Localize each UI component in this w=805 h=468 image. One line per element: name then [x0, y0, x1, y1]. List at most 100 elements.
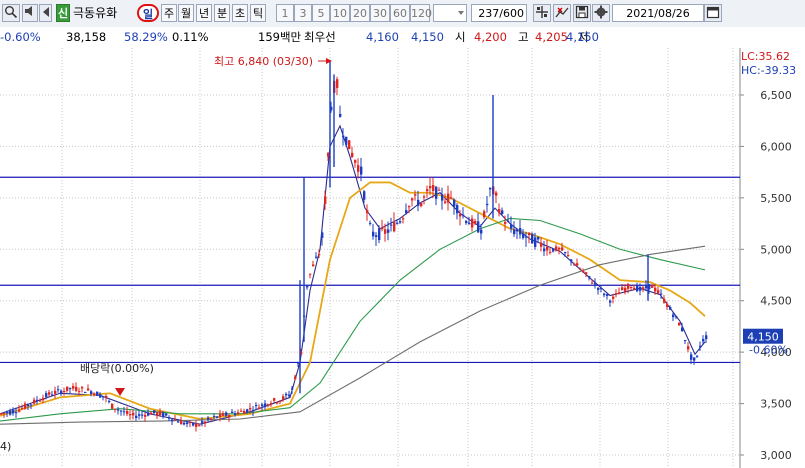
candle-body — [39, 400, 42, 402]
candle-body — [444, 201, 447, 203]
interval-120[interactable]: 120 — [410, 4, 432, 22]
candle-body — [171, 419, 174, 422]
candle-body — [654, 287, 657, 292]
candle-body — [459, 214, 462, 217]
candle-body — [318, 254, 321, 256]
candle-body — [105, 395, 108, 398]
candle-body — [384, 229, 387, 234]
candle-body — [159, 411, 162, 415]
sound-icon[interactable] — [22, 4, 38, 22]
candle-body — [285, 393, 288, 396]
candle-body — [588, 276, 591, 278]
candle-body — [636, 285, 639, 292]
save-icon[interactable] — [573, 4, 591, 22]
candle-body — [699, 345, 702, 348]
trade-amount: 159백만 — [258, 30, 302, 44]
candle-body — [477, 221, 480, 233]
stock-name[interactable]: 극동유화 — [73, 4, 117, 22]
period-week[interactable]: 주 — [161, 4, 177, 22]
candle-body — [3, 413, 6, 415]
candle-body — [579, 268, 582, 270]
candle-body — [198, 425, 201, 427]
candle-body — [594, 282, 597, 285]
candle-body — [222, 413, 225, 416]
candle-body — [132, 412, 135, 416]
high-price-annotation: 최고 6,840 (03/30) — [214, 55, 313, 68]
crosshair-icon[interactable] — [533, 4, 551, 22]
candle-body — [624, 287, 627, 292]
candle-body — [642, 287, 645, 290]
candle-body — [234, 413, 237, 416]
candle-body — [660, 293, 663, 295]
candle-body — [270, 403, 273, 405]
candle-body — [363, 191, 366, 200]
candle-body — [276, 402, 279, 404]
candle-body — [252, 410, 255, 412]
candle-body — [429, 186, 432, 189]
candle-body — [30, 404, 33, 406]
candle-body — [669, 307, 672, 310]
candle-body — [585, 272, 588, 275]
candle-body — [603, 293, 606, 296]
period-select[interactable] — [433, 4, 467, 22]
candle-body — [0, 413, 3, 415]
candle-body — [297, 362, 300, 364]
period-tick[interactable]: 틱 — [250, 4, 266, 22]
candle-body — [15, 412, 18, 414]
candle-body — [474, 221, 477, 224]
candle-body — [78, 391, 81, 393]
period-minute[interactable]: 분 — [214, 4, 230, 22]
gear-icon[interactable] — [592, 4, 610, 22]
candle-body — [504, 221, 507, 224]
high-label: 고 — [518, 30, 529, 44]
lc-label: LC:35.62 — [741, 50, 790, 63]
interval-10[interactable]: 10 — [330, 4, 350, 22]
candle-body — [141, 414, 144, 416]
date-field[interactable]: 2021/08/26 — [612, 4, 704, 22]
candle-body — [174, 419, 177, 421]
price-chart[interactable]: 6,5006,0005,5005,0004,5004,0003,5003,000… — [0, 48, 805, 468]
candle-body — [324, 196, 327, 204]
interval-60[interactable]: 60 — [390, 4, 410, 22]
arrow-left-icon[interactable] — [39, 4, 52, 22]
candle-body — [408, 206, 411, 208]
candle-body — [138, 414, 141, 416]
candle-body — [210, 418, 213, 420]
candle-body — [609, 300, 612, 303]
candle-body — [396, 222, 399, 224]
candle-body — [273, 398, 276, 401]
interval-1[interactable]: 1 — [276, 4, 294, 22]
candle-body — [534, 237, 537, 247]
candle-body — [192, 423, 195, 426]
candle-body — [420, 203, 423, 207]
interval-20[interactable]: 20 — [350, 4, 370, 22]
candle-body — [498, 209, 501, 213]
candle-body — [375, 235, 378, 237]
best-ask: 4,160 — [366, 30, 399, 44]
bar-count-field[interactable]: 237/600 — [471, 4, 527, 22]
candle-body — [630, 287, 633, 289]
candle-body — [345, 136, 348, 145]
candle-body — [153, 410, 156, 414]
candle-body — [516, 229, 519, 232]
period-day[interactable]: 일 — [137, 4, 159, 22]
calendar-icon[interactable] — [704, 4, 722, 22]
period-year[interactable]: 년 — [196, 4, 212, 22]
candle-body — [693, 357, 696, 361]
candle-body — [414, 194, 417, 196]
search-icon[interactable] — [2, 4, 20, 22]
period-second[interactable]: 초 — [232, 4, 248, 22]
candle-body — [468, 222, 471, 225]
candle-body — [447, 193, 450, 203]
y-tick-label: 4,500 — [760, 295, 792, 308]
interval-30[interactable]: 30 — [370, 4, 390, 22]
candle-body — [225, 412, 228, 416]
candle-body — [483, 211, 486, 218]
period-month[interactable]: 월 — [178, 4, 194, 22]
interval-5[interactable]: 5 — [312, 4, 330, 22]
interval-3[interactable]: 3 — [294, 4, 312, 22]
chart-check-icon[interactable] — [553, 4, 571, 22]
candle-body — [675, 316, 678, 318]
candle-body — [369, 222, 372, 224]
candle-body — [357, 165, 360, 172]
